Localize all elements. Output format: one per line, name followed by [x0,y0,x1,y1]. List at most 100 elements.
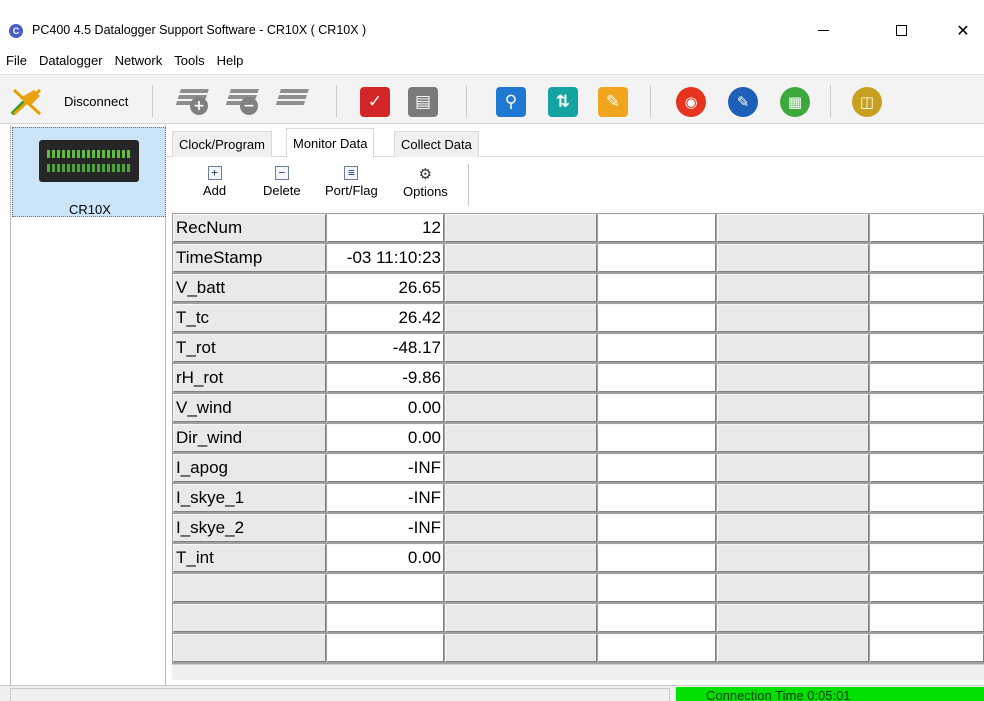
view-cube-icon[interactable]: ◫ [852,87,882,117]
monitor-field-value-empty[interactable] [598,634,716,662]
monitor-field-name[interactable] [173,604,326,632]
monitor-field-value-empty[interactable] [870,244,984,272]
add-station-icon[interactable]: + [175,83,220,117]
monitor-field-name[interactable]: I_skye_2 [173,514,326,542]
device-item-cr10x[interactable]: CR10X [12,127,166,217]
monitor-field-name[interactable]: RecNum [173,214,326,242]
monitor-field-name[interactable]: T_rot [173,334,326,362]
monitor-field-value-empty[interactable] [870,544,984,572]
tab-collect-data[interactable]: Collect Data [394,131,479,157]
monitor-field-name-empty[interactable] [717,364,869,392]
disconnect-button[interactable]: Disconnect [10,81,146,121]
delete-button[interactable]: − Delete [263,166,301,198]
remove-station-icon[interactable]: − [225,83,270,117]
checklist-icon[interactable]: ✓ [360,87,390,117]
monitor-field-value[interactable] [327,604,444,632]
close-button[interactable]: ✕ [940,14,984,46]
monitor-field-name-empty[interactable] [445,634,597,662]
monitor-field-value-empty[interactable] [870,424,984,452]
monitor-field-value-empty[interactable] [870,574,984,602]
monitor-field-value-empty[interactable] [870,454,984,482]
options-button[interactable]: ⚙ Options [403,166,448,199]
monitor-field-name[interactable]: I_apog [173,454,326,482]
monitor-field-value-empty[interactable] [598,334,716,362]
monitor-field-value[interactable]: 0.00 [327,544,444,572]
monitor-field-name-empty[interactable] [717,634,869,662]
monitor-field-value-empty[interactable] [870,274,984,302]
monitor-field-value-empty[interactable] [870,304,984,332]
monitor-field-name-empty[interactable] [717,484,869,512]
monitor-field-name-empty[interactable] [717,514,869,542]
menu-tools[interactable]: Tools [174,53,204,68]
monitor-field-value-empty[interactable] [598,304,716,332]
monitor-field-name[interactable]: rH_rot [173,364,326,392]
monitor-grid[interactable]: RecNum 12 TimeStamp -03 11:10:23 V_batt 26.65… [172,213,984,664]
monitor-field-name[interactable]: V_batt [173,274,326,302]
maximize-button[interactable] [878,14,924,46]
monitor-field-value[interactable]: -48.17 [327,334,444,362]
monitor-field-value-empty[interactable] [870,334,984,362]
monitor-field-value[interactable] [327,574,444,602]
menu-network[interactable]: Network [115,53,163,68]
monitor-field-name-empty[interactable] [717,394,869,422]
minimize-button[interactable] [800,14,846,46]
tab-clock-program[interactable]: Clock/Program [172,131,272,157]
menu-datalogger[interactable]: Datalogger [39,53,103,68]
monitor-field-value-empty[interactable] [870,364,984,392]
monitor-field-value-empty[interactable] [598,214,716,242]
monitor-field-value[interactable]: -9.86 [327,364,444,392]
monitor-field-value[interactable]: -INF [327,514,444,542]
network-icon[interactable]: ⇅ [548,87,578,117]
monitor-field-value-empty[interactable] [598,454,716,482]
short-cut-icon[interactable]: ✎ [728,87,758,117]
monitor-field-value-empty[interactable] [870,394,984,422]
monitor-field-value-empty[interactable] [598,484,716,512]
monitor-field-name[interactable] [173,634,326,662]
monitor-field-name-empty[interactable] [717,274,869,302]
monitor-field-value[interactable]: -INF [327,454,444,482]
monitor-field-value-empty[interactable] [598,394,716,422]
monitor-field-name[interactable]: T_tc [173,304,326,332]
monitor-field-name[interactable]: I_skye_1 [173,484,326,512]
monitor-field-name[interactable]: TimeStamp [173,244,326,272]
monitor-field-value-empty[interactable] [870,484,984,512]
monitor-field-name-empty[interactable] [445,604,597,632]
tab-monitor-data[interactable]: Monitor Data [286,128,375,158]
monitor-field-value-empty[interactable] [598,274,716,302]
monitor-field-name-empty[interactable] [445,214,597,242]
monitor-field-value[interactable]: 12 [327,214,444,242]
monitor-field-name-empty[interactable] [445,334,597,362]
monitor-field-value-empty[interactable] [598,514,716,542]
monitor-field-name[interactable]: Dir_wind [173,424,326,452]
add-button[interactable]: + Add [203,166,226,198]
monitor-field-value[interactable]: 0.00 [327,394,444,422]
monitor-field-name-empty[interactable] [445,424,597,452]
monitor-field-value-empty[interactable] [870,214,984,242]
monitor-field-value-empty[interactable] [870,604,984,632]
monitor-field-value-empty[interactable] [598,244,716,272]
monitor-field-name-empty[interactable] [717,244,869,272]
monitor-field-name-empty[interactable] [445,574,597,602]
monitor-field-name-empty[interactable] [445,484,597,512]
monitor-field-value-empty[interactable] [870,634,984,662]
monitor-field-value-empty[interactable] [598,424,716,452]
monitor-field-name[interactable] [173,574,326,602]
monitor-field-name-empty[interactable] [717,454,869,482]
monitor-field-value[interactable]: -INF [327,484,444,512]
copy-icon[interactable]: ▤ [408,87,438,117]
monitor-field-value[interactable]: 26.42 [327,304,444,332]
monitor-field-name-empty[interactable] [445,514,597,542]
monitor-field-value-empty[interactable] [598,574,716,602]
monitor-field-value-empty[interactable] [598,364,716,392]
edit-program-icon[interactable]: ✎ [598,87,628,117]
monitor-field-name[interactable]: V_wind [173,394,326,422]
monitor-field-name-empty[interactable] [717,424,869,452]
menu-file[interactable]: File [6,53,27,68]
monitor-field-value-empty[interactable] [598,604,716,632]
stopwatch-icon[interactable]: ◉ [676,87,706,117]
monitor-field-value-empty[interactable] [870,514,984,542]
monitor-field-name-empty[interactable] [445,364,597,392]
connect-search-icon[interactable]: ⚲ [496,87,526,117]
monitor-field-value[interactable]: 0.00 [327,424,444,452]
menu-help[interactable]: Help [217,53,244,68]
